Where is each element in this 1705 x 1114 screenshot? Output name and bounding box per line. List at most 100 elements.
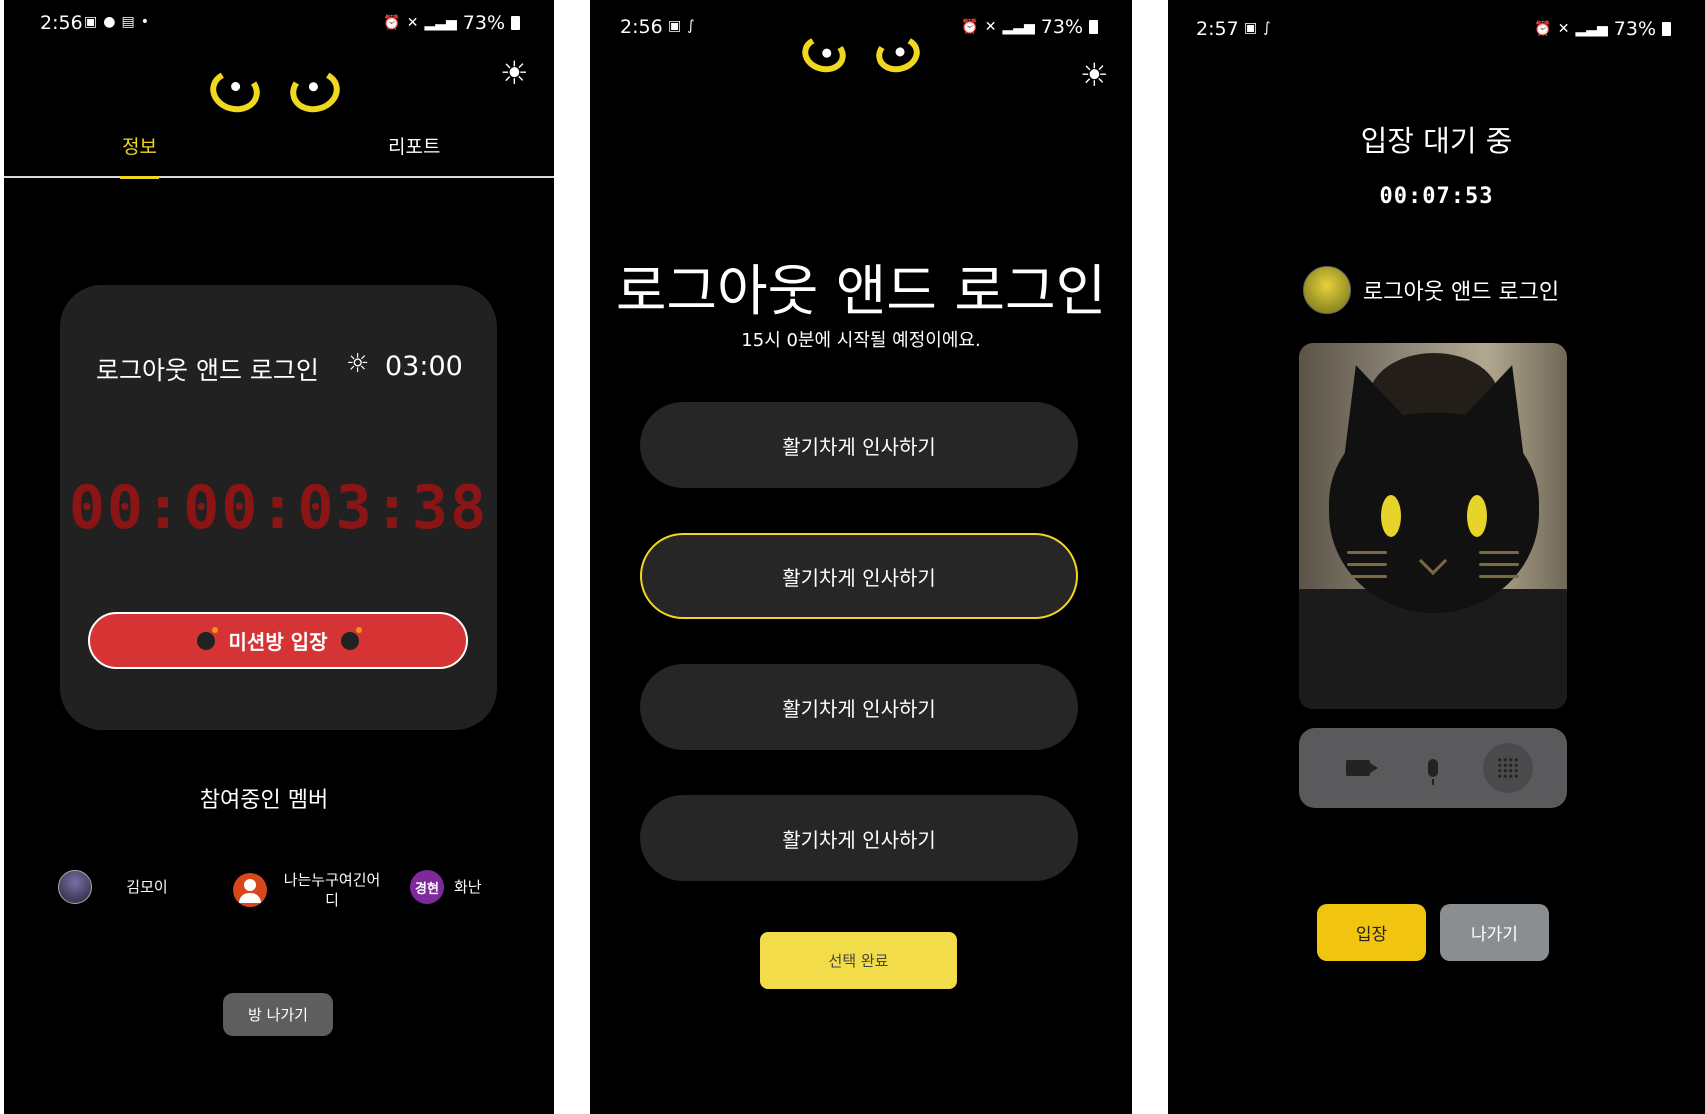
status-bar: 2:57 ▣ ∫ ⏰ ✕ ▂▃▅ 73% xyxy=(1168,12,1705,40)
right-eye-icon xyxy=(872,31,924,77)
signal-icon: ▂▃▅ xyxy=(424,15,457,31)
bomb-icon xyxy=(341,626,363,650)
mission-option[interactable]: 활기차게 인사하기 xyxy=(640,402,1078,488)
filter-button[interactable] xyxy=(1482,743,1533,793)
bomb-icon xyxy=(196,626,218,650)
battery-icon xyxy=(511,16,520,30)
avatar: 경현 xyxy=(410,870,444,904)
member-item[interactable]: 경현 화난 xyxy=(410,870,514,904)
system-icons: ⏰ ✕ ▂▃▅ 73% xyxy=(1534,18,1671,40)
mission-option[interactable]: 활기차게 인사하기 xyxy=(640,795,1078,881)
room-title: 로그아웃 앤드 로그인 xyxy=(615,259,1107,323)
room-title: 로그아웃 앤드 로그인 xyxy=(96,356,319,385)
waiting-title: 입장 대기 중 xyxy=(1360,124,1513,158)
tab-info[interactable]: 정보 xyxy=(120,132,159,179)
link-icon: ∫ xyxy=(687,18,695,34)
members-heading: 참여중인 멤버 xyxy=(199,788,329,813)
camera-toggle-button[interactable] xyxy=(1333,743,1383,793)
mission-option[interactable]: 활기차게 인사하기 xyxy=(640,664,1078,750)
status-bar: 2:56 ▣ ● ▤ • ⏰ ✕ ▂▃▅ 73% xyxy=(4,12,554,40)
theme-toggle-sun-icon[interactable]: ☀ xyxy=(1080,56,1109,94)
room-title: 로그아웃 앤드 로그인 xyxy=(1363,280,1560,305)
left-eye-icon xyxy=(798,31,850,77)
leave-button[interactable]: 나가기 xyxy=(1440,904,1549,961)
cat-whisker xyxy=(1479,551,1519,554)
info-screen: 2:56 ▣ ● ▤ • ⏰ ✕ ▂▃▅ 73% ☀ 정보 리포트 로그아웃 앤… xyxy=(4,0,554,1114)
a-icon: ▤ xyxy=(121,14,135,30)
video-camera-icon xyxy=(1346,760,1379,776)
mission-select-screen: 2:56 ▣ ∫ ⏰ ✕ ▂▃▅ 73% ☀ 로그아웃 앤드 로그인 15시 0… xyxy=(590,0,1132,1114)
left-eye-icon xyxy=(205,64,265,118)
gallery-icon: ▣ xyxy=(84,14,98,30)
theme-toggle-sun-icon[interactable]: ☀ xyxy=(500,54,529,92)
cat-whisker xyxy=(1347,575,1387,578)
alarm-icon: ⏰ xyxy=(961,19,979,35)
notification-icons: ▣ ● ▤ • xyxy=(84,14,149,30)
member-name: 화난 xyxy=(454,878,482,896)
system-icons: ⏰ ✕ ▂▃▅ 73% xyxy=(383,12,520,34)
room-owner: 로그아웃 앤드 로그인 xyxy=(1303,266,1559,314)
battery-text: 73% xyxy=(1613,18,1656,40)
avatar xyxy=(1303,266,1351,314)
member-item[interactable]: 나는누구여긴어 디 xyxy=(233,870,387,910)
member-name: 김모이 xyxy=(126,878,168,896)
status-time: 2:56 xyxy=(40,12,83,34)
cat-mask-filter xyxy=(1329,413,1539,613)
tab-report[interactable]: 리포트 xyxy=(388,132,440,159)
cat-whisker xyxy=(1347,563,1387,566)
link-icon: ∫ xyxy=(1263,20,1271,36)
member-item[interactable]: 김모이 xyxy=(58,870,192,904)
cat-whisker xyxy=(1479,575,1519,578)
system-icons: ⏰ ✕ ▂▃▅ 73% xyxy=(961,16,1098,38)
mute-icon: ✕ xyxy=(406,15,419,31)
notification-icons: ▣ ∫ xyxy=(1244,20,1271,36)
mission-button-label: 미션방 입장 xyxy=(228,630,328,654)
mute-icon: ✕ xyxy=(984,19,997,35)
cat-nose xyxy=(1418,546,1448,576)
room-card: 로그아웃 앤드 로그인 ☼ 03:00 00:00:03:38 미션방 입장 xyxy=(60,285,497,730)
cat-eye xyxy=(1467,495,1487,537)
signal-icon: ▂▃▅ xyxy=(1575,21,1608,37)
right-eye-icon xyxy=(285,64,345,118)
cat-eye xyxy=(1381,495,1401,537)
talk-icon: ● xyxy=(103,14,116,30)
sun-icon: ☼ xyxy=(346,349,370,379)
battery-text: 73% xyxy=(1040,16,1083,38)
cat-whisker xyxy=(1347,551,1387,554)
default-user-avatar-icon xyxy=(233,873,267,907)
gallery-icon: ▣ xyxy=(1244,20,1258,36)
battery-icon xyxy=(1662,22,1671,36)
tab-bar: 정보 리포트 xyxy=(4,120,554,179)
battery-text: 73% xyxy=(462,12,505,34)
mute-icon: ✕ xyxy=(1557,21,1570,37)
cat-eyes-logo xyxy=(798,31,924,77)
dot-icon: • xyxy=(140,14,149,30)
enter-button[interactable]: 입장 xyxy=(1317,904,1426,961)
battery-icon xyxy=(1089,20,1098,34)
room-schedule-text: 15시 0분에 시작될 예정이에요. xyxy=(741,330,981,351)
room-start-time: 03:00 xyxy=(385,351,463,382)
alarm-icon: ⏰ xyxy=(1534,21,1552,37)
dot-grid-icon xyxy=(1496,757,1519,779)
avatar xyxy=(58,870,92,904)
member-name: 나는누구여긴어 디 xyxy=(283,871,381,909)
cat-eyes-logo xyxy=(205,64,345,118)
leave-room-button[interactable]: 방 나가기 xyxy=(223,993,333,1036)
status-time: 2:57 xyxy=(1196,18,1239,40)
countdown-timer: 00:00:03:38 xyxy=(68,473,489,543)
mic-toggle-button[interactable] xyxy=(1408,743,1458,793)
mission-room-enter-button[interactable]: 미션방 입장 xyxy=(88,612,468,669)
microphone-icon xyxy=(1427,759,1438,785)
confirm-selection-button[interactable]: 선택 완료 xyxy=(760,932,957,989)
signal-icon: ▂▃▅ xyxy=(1002,19,1035,35)
mission-option-selected[interactable]: 활기차게 인사하기 xyxy=(640,533,1078,619)
alarm-icon: ⏰ xyxy=(383,15,401,31)
waiting-timer: 00:07:53 xyxy=(1379,184,1494,209)
camera-preview xyxy=(1299,343,1567,709)
cat-whisker xyxy=(1479,563,1519,566)
status-time: 2:56 xyxy=(620,16,663,38)
gallery-icon: ▣ xyxy=(668,18,682,34)
waiting-room-screen: 2:57 ▣ ∫ ⏰ ✕ ▂▃▅ 73% 입장 대기 중 00:07:53 로그… xyxy=(1168,0,1705,1114)
media-controls xyxy=(1299,728,1567,808)
notification-icons: ▣ ∫ xyxy=(668,18,695,34)
